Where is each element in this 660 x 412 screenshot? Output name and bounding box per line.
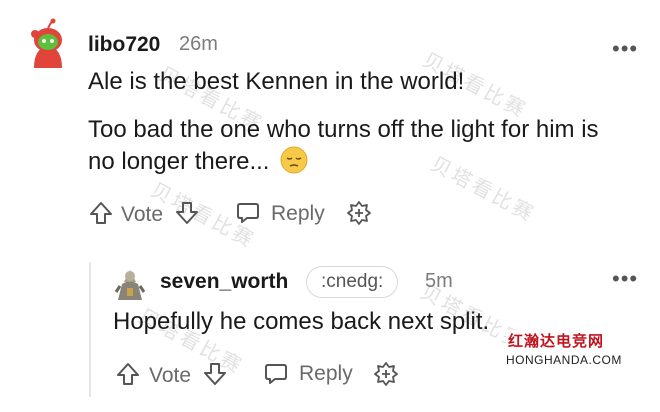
site-stamp: 红瀚达电竞网 HONGHANDA.COM [506, 330, 622, 367]
stamp-chinese-text: 红瀚达电竞网 [506, 330, 606, 351]
comment-username[interactable]: libo720 [88, 33, 160, 57]
thread-line[interactable] [89, 262, 91, 397]
avatar[interactable] [22, 18, 74, 70]
comment-body-line-with-emoji: no longer there... [88, 146, 648, 178]
reply-button[interactable]: Reply [271, 202, 325, 226]
avatar[interactable] [110, 262, 150, 302]
character-avatar-icon [110, 262, 150, 302]
snoo-avatar-icon [22, 18, 74, 70]
comment-body-line: no longer there... [88, 148, 270, 175]
vote-label: Vote [121, 203, 164, 226]
more-options-icon[interactable]: ••• [612, 36, 638, 62]
downvote-icon[interactable] [202, 361, 228, 392]
award-icon[interactable] [346, 200, 372, 231]
reply-icon[interactable] [263, 361, 289, 392]
comment-body: Too bad the one who turns off the light … [88, 114, 648, 178]
vote-label: Vote [149, 364, 192, 387]
reply-icon[interactable] [235, 200, 261, 231]
comment-body-line: Ale is the best Kennen in the world! [88, 68, 465, 95]
award-icon[interactable] [373, 361, 399, 392]
reply-timestamp: 5m [425, 270, 453, 292]
upvote-icon[interactable] [88, 200, 114, 231]
pensive-face-icon [280, 146, 308, 174]
stamp-domain-text: HONGHANDA.COM [506, 353, 622, 367]
reply-button[interactable]: Reply [299, 362, 353, 386]
comment-body-line: Too bad the one who turns off the light … [88, 116, 599, 143]
more-options-icon[interactable]: ••• [612, 266, 638, 292]
reply-body: Hopefully he comes back next split. [113, 308, 490, 335]
upvote-icon[interactable] [115, 361, 141, 392]
downvote-icon[interactable] [174, 200, 200, 231]
user-flair-badge: :cnedg: [306, 266, 399, 298]
reply-username[interactable]: seven_worth [160, 270, 288, 294]
comment-timestamp: 26m [179, 33, 218, 55]
